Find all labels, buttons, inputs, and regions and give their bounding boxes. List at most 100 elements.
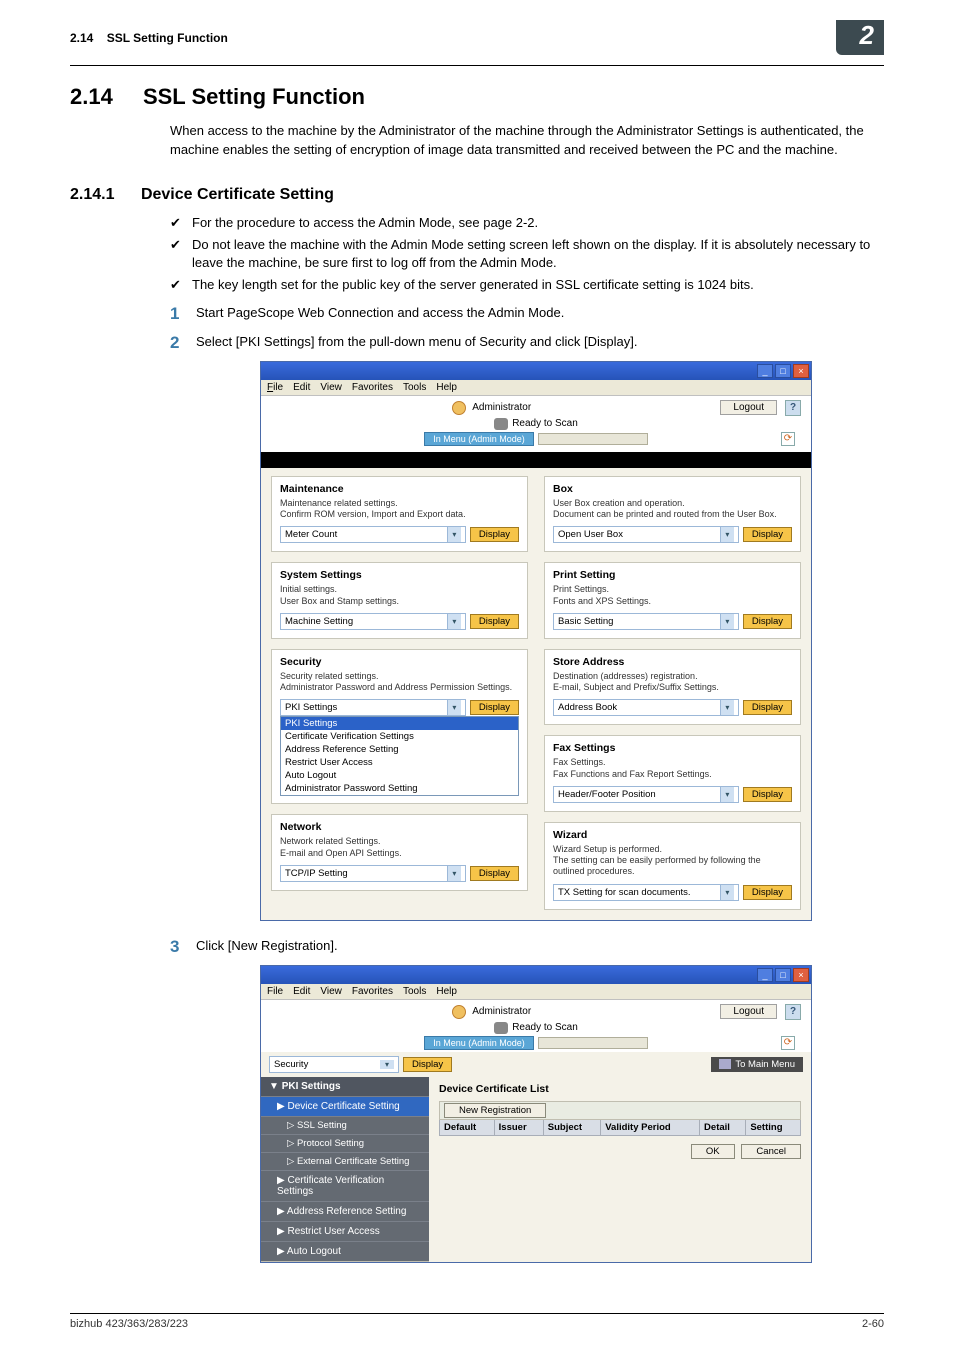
card-system: System Settings Initial settings. User B… [271,562,528,639]
print-select[interactable]: Basic Setting▾ [553,613,739,630]
maximize-button[interactable]: □ [775,364,791,378]
menu-edit[interactable]: Edit [293,382,310,393]
dropdown-option[interactable]: Restrict User Access [281,756,518,769]
display-button[interactable]: Display [470,614,519,629]
dropdown-option[interactable]: PKI Settings [281,717,518,730]
check-item: For the procedure to access the Admin Mo… [170,214,884,232]
system-select[interactable]: Machine Setting▾ [280,613,466,630]
user-icon [452,401,466,415]
display-button[interactable]: Display [743,527,792,542]
ok-button[interactable]: OK [691,1144,735,1159]
breadcrumb: 2.14 SSL Setting Function [70,31,836,45]
step-text: Select [PKI Settings] from the pull-down… [196,334,637,349]
display-button[interactable]: Display [470,527,519,542]
nav-device-cert[interactable]: ▶ Device Certificate Setting [261,1096,429,1116]
card-title: Print Setting [553,569,792,581]
chevron-down-icon: ▾ [720,787,734,802]
menu-help[interactable]: Help [436,382,457,393]
store-select[interactable]: Address Book▾ [553,699,739,716]
display-button[interactable]: Display [403,1057,452,1072]
nav-cert-verification[interactable]: ▶ Certificate Verification Settings [261,1170,429,1201]
menu-file[interactable]: File [267,382,283,393]
to-main-menu-button[interactable]: To Main Menu [711,1057,803,1072]
nav-address-reference[interactable]: ▶ Address Reference Setting [261,1201,429,1221]
card-title: Security [280,656,519,668]
nav-auto-logout[interactable]: ▶ Auto Logout [261,1241,429,1261]
card-network: Network Network related Settings. E-mail… [271,814,528,891]
dropdown-option[interactable]: Address Reference Setting [281,743,518,756]
display-button[interactable]: Display [470,700,519,715]
dropdown-option[interactable]: Auto Logout [281,769,518,782]
crumb-section-title: SSL Setting Function [107,31,228,45]
menu-view[interactable]: View [320,382,342,393]
minimize-button[interactable]: _ [757,968,773,982]
step-number: 1 [170,302,179,326]
side-nav: ▼ PKI Settings ▶ Device Certificate Sett… [261,1077,429,1262]
printer-icon [494,418,508,430]
logout-button[interactable]: Logout [720,400,777,415]
security-select[interactable]: PKI Settings▾ PKI Settings Certificate V… [280,699,466,716]
menu-favorites[interactable]: Favorites [352,986,393,997]
dropdown-option[interactable]: Certificate Verification Settings [281,730,518,743]
check-item: Do not leave the machine with the Admin … [170,236,884,272]
category-select[interactable]: Security▾ [269,1056,399,1073]
display-button[interactable]: Display [743,614,792,629]
col-validity: Validity Period [601,1119,700,1135]
step-text: Click [New Registration]. [196,938,338,953]
display-button[interactable]: Display [743,787,792,802]
logout-button[interactable]: Logout [720,1004,777,1019]
chevron-down-icon: ▾ [447,614,461,629]
display-button[interactable]: Display [470,866,519,881]
display-button[interactable]: Display [743,700,792,715]
dropdown-option[interactable]: Administrator Password Setting [281,782,518,795]
close-button[interactable]: × [793,364,809,378]
card-title: Box [553,483,792,495]
minimize-button[interactable]: _ [757,364,773,378]
card-print: Print Setting Print Settings. Fonts and … [544,562,801,639]
menu-edit[interactable]: Edit [293,986,310,997]
mode-tab[interactable]: In Menu (Admin Mode) [424,1036,534,1050]
network-select[interactable]: TCP/IP Setting▾ [280,865,466,882]
box-select[interactable]: Open User Box▾ [553,526,739,543]
card-fax: Fax Settings Fax Settings. Fax Functions… [544,735,801,812]
refresh-icon[interactable]: ⟳ [781,432,795,446]
nav-external-cert[interactable]: ▷ External Certificate Setting [261,1152,429,1170]
menu-view[interactable]: View [320,986,342,997]
section-title-text: SSL Setting Function [143,84,365,109]
menu-tools[interactable]: Tools [403,382,426,393]
mode-tab[interactable]: In Menu (Admin Mode) [424,432,534,446]
card-wizard: Wizard Wizard Setup is performed. The se… [544,822,801,910]
chevron-down-icon: ▾ [720,527,734,542]
maximize-button[interactable]: □ [775,968,791,982]
maintenance-select[interactable]: Meter Count▾ [280,526,466,543]
menu-file[interactable]: File [267,986,283,997]
section-num: 2.14 [70,84,113,109]
help-icon[interactable]: ? [785,1004,801,1020]
step-3: 3 Click [New Registration]. [170,937,884,955]
new-registration-button[interactable]: New Registration [444,1103,546,1118]
card-store: Store Address Destination (addresses) re… [544,649,801,726]
nav-ssl-setting[interactable]: ▷ SSL Setting [261,1116,429,1134]
footer-model: bizhub 423/363/283/223 [70,1318,188,1330]
help-icon[interactable]: ? [785,400,801,416]
cert-table: New Registration Default Issuer Subject … [439,1101,801,1136]
user-icon [452,1005,466,1019]
cancel-button[interactable]: Cancel [741,1144,801,1159]
card-title: Network [280,821,519,833]
fax-select[interactable]: Header/Footer Position▾ [553,786,739,803]
chevron-down-icon: ▾ [380,1060,394,1069]
refresh-icon[interactable]: ⟳ [781,1036,795,1050]
menu-tools[interactable]: Tools [403,986,426,997]
menu-favorites[interactable]: Favorites [352,382,393,393]
card-title: Wizard [553,829,792,841]
nav-protocol-setting[interactable]: ▷ Protocol Setting [261,1134,429,1152]
menu-help[interactable]: Help [436,986,457,997]
wizard-select[interactable]: TX Setting for scan documents.▾ [553,884,739,901]
display-button[interactable]: Display [743,885,792,900]
close-button[interactable]: × [793,968,809,982]
step-1: 1 Start PageScope Web Connection and acc… [170,304,884,322]
card-sub: Security related settings. Administrator… [280,671,519,694]
section-intro: When access to the machine by the Admini… [170,122,884,160]
nav-restrict-user[interactable]: ▶ Restrict User Access [261,1221,429,1241]
printer-icon [494,1022,508,1034]
